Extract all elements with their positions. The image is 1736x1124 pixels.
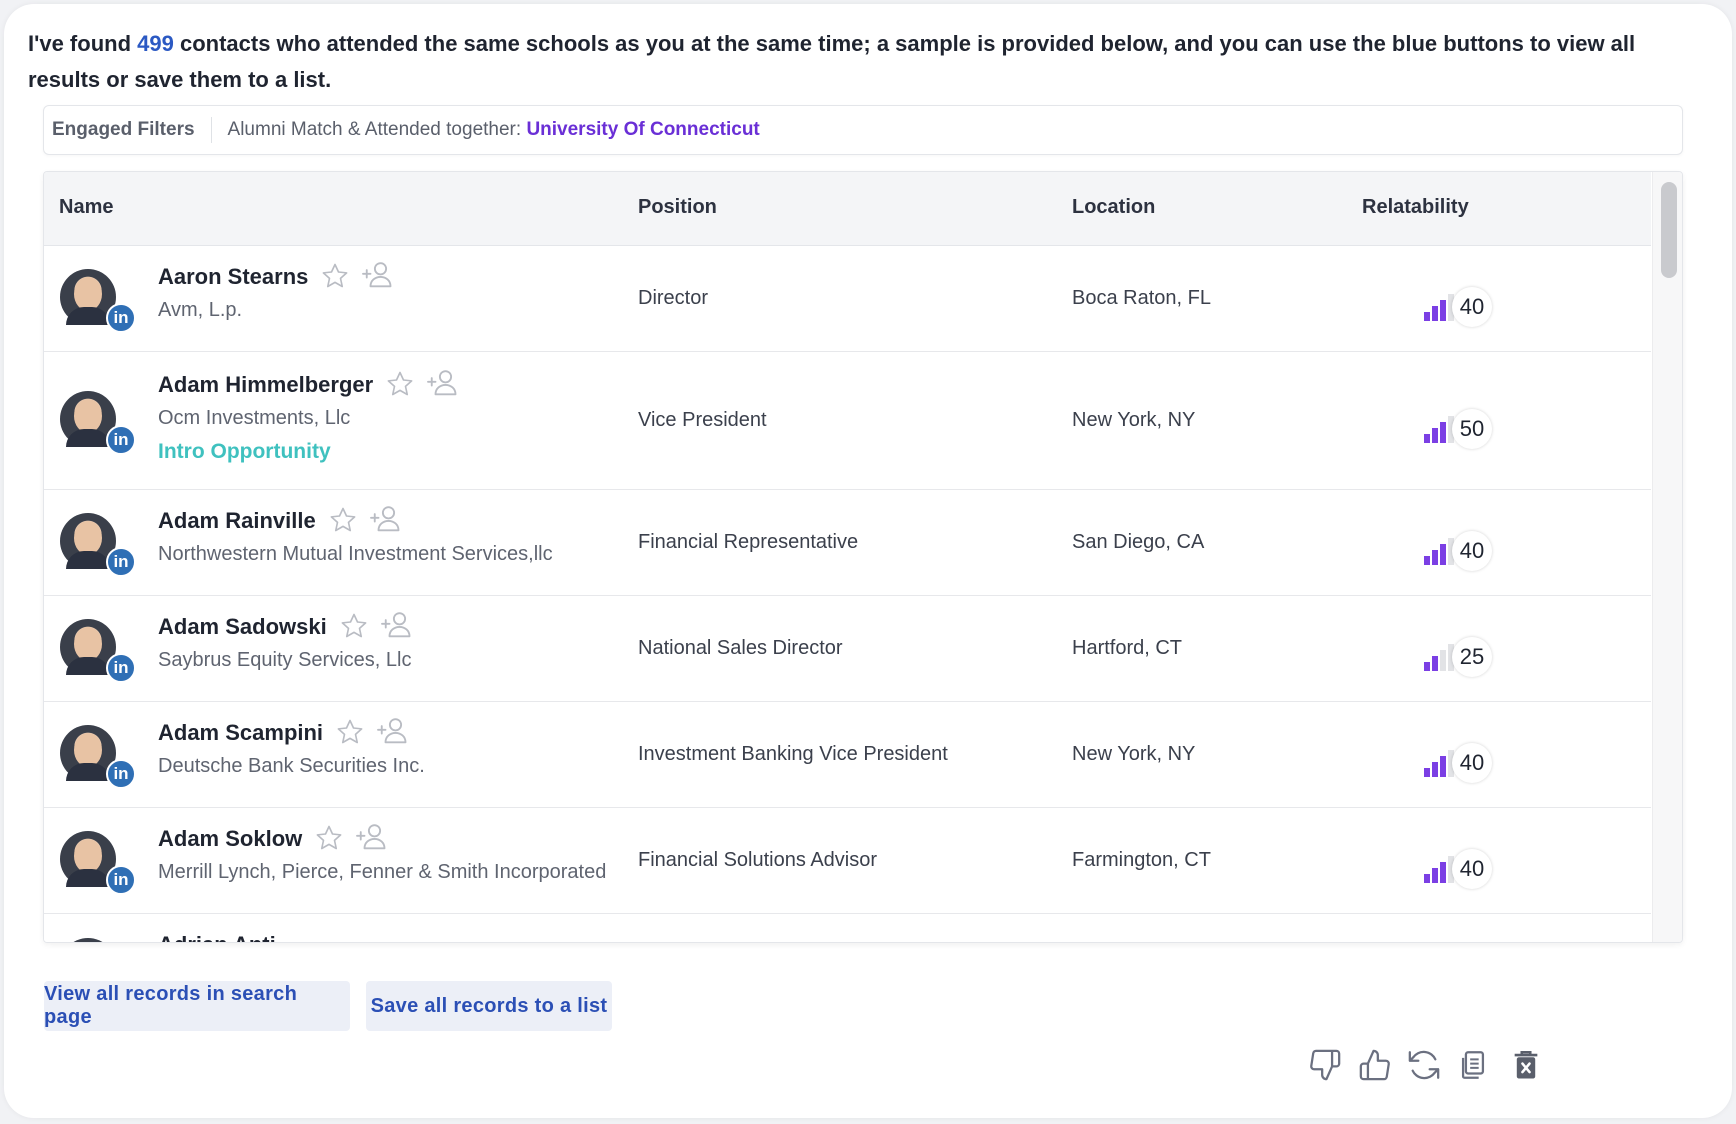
contact-company: Avm, L.p.	[158, 299, 243, 321]
contact-position: National Sales Director	[638, 637, 843, 659]
contact-position: Vice President	[638, 409, 767, 431]
view-all-records-button[interactable]: View all records in search page	[44, 981, 350, 1031]
linkedin-icon[interactable]: in	[106, 303, 136, 333]
save-all-records-button[interactable]: Save all records to a list	[366, 981, 612, 1031]
relatability-score: 40	[1422, 521, 1512, 571]
table-row[interactable]: in Adam Soklow Merrill Lynch, Pierce, Fenn…	[44, 808, 1651, 914]
contact-company: Merrill Lynch, Pierce, Fenner & Smith In…	[158, 861, 607, 883]
column-header-name: Name	[59, 196, 114, 218]
contacts-table: Name Position Location Relatability in Aa…	[43, 171, 1683, 943]
intro-opportunity-link[interactable]: Intro Opportunity	[158, 440, 331, 464]
contact-name[interactable]: Adam Soklow	[158, 826, 302, 852]
contact-name[interactable]: Adam Scampini	[158, 720, 323, 746]
relatability-value: 40	[1452, 531, 1492, 571]
engaged-filters-label: Engaged Filters	[44, 117, 212, 143]
star-icon[interactable]	[385, 369, 415, 399]
filter-description: Alumni Match & Attended together: Univer…	[212, 119, 760, 141]
contact-position: Financial Solutions Advisor	[638, 849, 878, 871]
linkedin-icon[interactable]: in	[106, 653, 136, 683]
thumbs-down-icon[interactable]	[1308, 1048, 1342, 1082]
column-header-relatability: Relatability	[1362, 196, 1469, 218]
add-user-icon[interactable]	[354, 822, 390, 852]
linkedin-icon[interactable]: in	[106, 547, 136, 577]
relatability-value: 40	[1452, 849, 1492, 889]
star-icon[interactable]	[339, 611, 369, 641]
contact-position: Director	[638, 287, 709, 309]
star-icon[interactable]	[314, 823, 344, 853]
contact-position: Financial Representative	[638, 531, 859, 553]
relatability-score: 25	[1422, 627, 1512, 677]
table-row-partial[interactable]: Adrian Anti...	[44, 914, 1651, 942]
column-header-position: Position	[638, 196, 717, 218]
add-user-icon[interactable]	[368, 504, 404, 534]
engaged-filters-bar: Engaged Filters Alumni Match & Attended …	[43, 105, 1683, 155]
star-icon[interactable]	[335, 717, 365, 747]
filter-text: Alumni Match & Attended together:	[227, 119, 527, 140]
relatability-value: 40	[1452, 287, 1492, 327]
intro-suffix: contacts who attended the same schools a…	[28, 31, 1636, 92]
relatability-value: 40	[1452, 743, 1492, 783]
table-header: Name Position Location Relatability	[44, 172, 1651, 246]
add-user-icon[interactable]	[375, 716, 411, 746]
linkedin-icon[interactable]: in	[106, 865, 136, 895]
table-row[interactable]: in Adam Scampini Deutsche Bank Securities …	[44, 702, 1651, 808]
table-row[interactable]: in Adam Himmelberger Ocm Investments, Llc I…	[44, 352, 1651, 490]
add-user-icon[interactable]	[379, 610, 415, 640]
copy-icon[interactable]	[1456, 1048, 1490, 1082]
column-header-location: Location	[1072, 196, 1156, 218]
contact-location: San Diego, CA	[1072, 531, 1205, 553]
contact-company: Northwestern Mutual Investment Services,…	[158, 543, 553, 565]
relatability-score: 40	[1422, 277, 1512, 327]
star-icon[interactable]	[328, 505, 358, 535]
contact-position: Investment Banking Vice President	[638, 743, 948, 765]
contact-location: Boca Raton, FL	[1072, 287, 1211, 309]
contact-company: Deutsche Bank Securities Inc.	[158, 755, 425, 777]
contact-name[interactable]: Adam Sadowski	[158, 614, 327, 640]
relatability-score: 50	[1422, 399, 1512, 449]
intro-prefix: I've found	[28, 31, 138, 56]
relatability-value: 25	[1452, 637, 1492, 677]
contact-location: Hartford, CT	[1072, 637, 1183, 659]
linkedin-icon[interactable]: in	[106, 759, 136, 789]
relatability-score: 40	[1422, 839, 1512, 889]
add-user-icon[interactable]	[360, 260, 396, 290]
add-user-icon[interactable]	[425, 368, 461, 398]
scrollbar-thumb[interactable]	[1661, 182, 1677, 278]
star-icon[interactable]	[320, 261, 350, 291]
relatability-value: 50	[1452, 409, 1492, 449]
relatability-score: 40	[1422, 733, 1512, 783]
avatar	[60, 938, 116, 942]
contact-company: Ocm Investments, Llc	[158, 407, 351, 429]
contact-location: New York, NY	[1072, 743, 1196, 765]
response-text: I've found 499 contacts who attended the…	[28, 26, 1708, 98]
delete-icon[interactable]	[1509, 1048, 1543, 1082]
contact-name[interactable]: Aaron Stearns	[158, 264, 308, 290]
refresh-icon[interactable]	[1407, 1048, 1441, 1082]
table-row[interactable]: in Aaron Stearns Avm, L.p. Director Boca Rat…	[44, 246, 1651, 352]
linkedin-icon[interactable]: in	[106, 425, 136, 455]
table-row[interactable]: in Adam Sadowski Saybrus Equity Services, …	[44, 596, 1651, 702]
contact-location: Farmington, CT	[1072, 849, 1211, 871]
thumbs-up-icon[interactable]	[1358, 1048, 1392, 1082]
filter-school: University Of Connecticut	[526, 119, 760, 140]
table-scrollbar[interactable]	[1652, 172, 1682, 942]
contact-name[interactable]: Adrian Anti...	[158, 932, 294, 942]
contact-company: Saybrus Equity Services, Llc	[158, 649, 412, 671]
chat-response-card: I've found 499 contacts who attended the…	[4, 4, 1732, 1118]
table-row[interactable]: in Adam Rainville Northwestern Mutual Inve…	[44, 490, 1651, 596]
contact-name[interactable]: Adam Rainville	[158, 508, 316, 534]
contact-name[interactable]: Adam Himmelberger	[158, 372, 373, 398]
result-count: 499	[137, 31, 174, 56]
contact-location: New York, NY	[1072, 409, 1196, 431]
